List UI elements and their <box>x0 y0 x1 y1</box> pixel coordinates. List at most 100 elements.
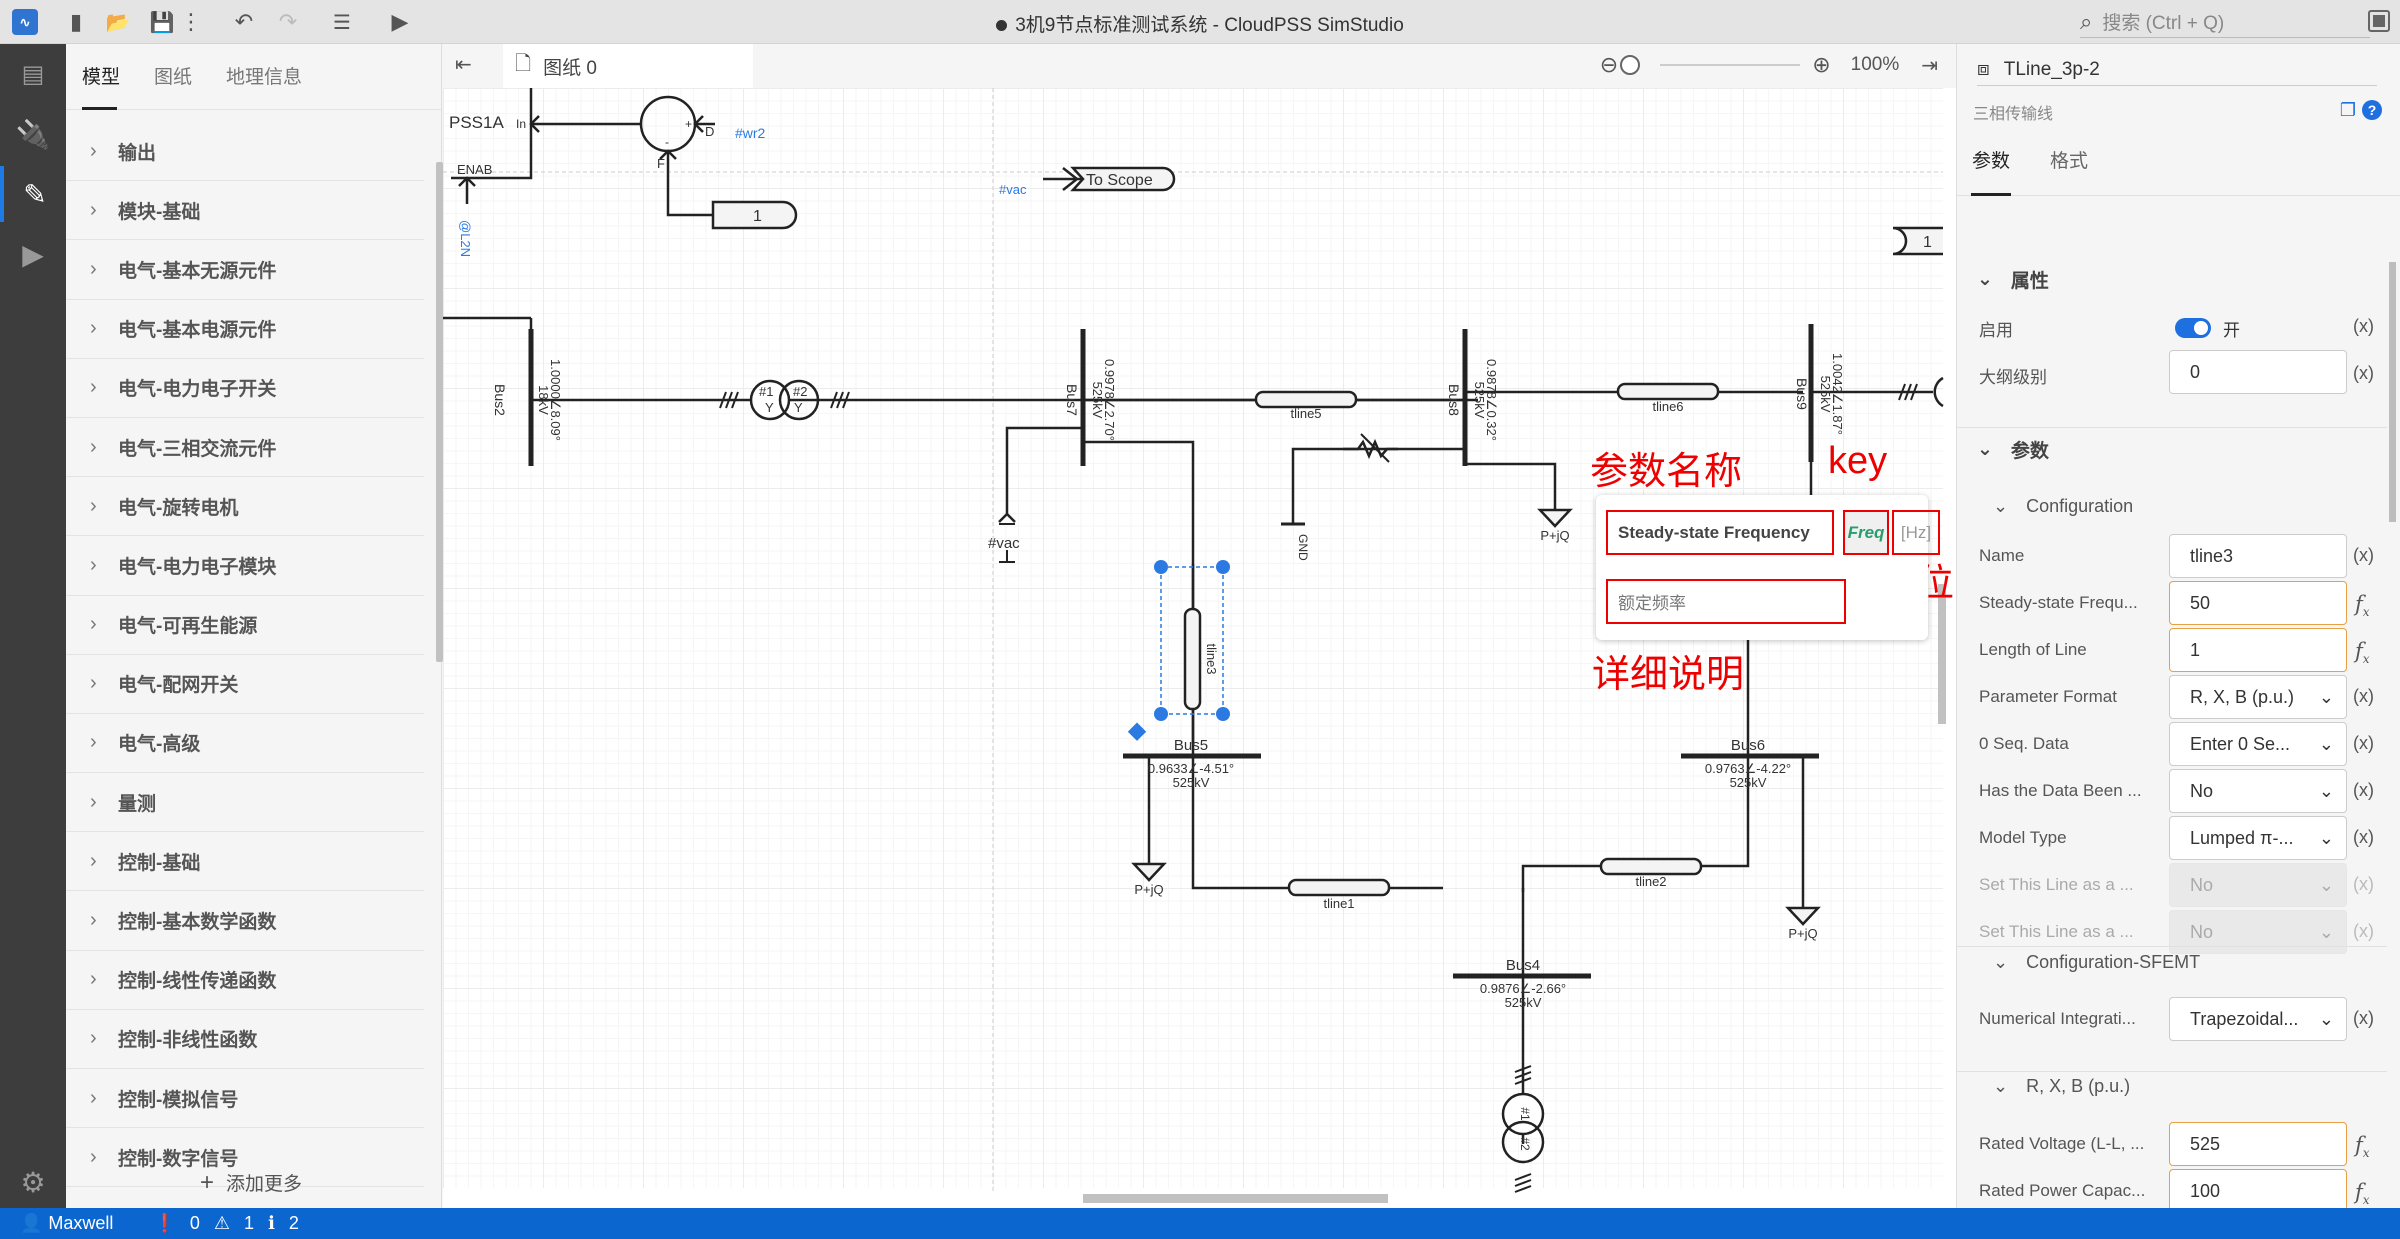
category-item[interactable]: › 量测 <box>66 773 424 833</box>
variable-button[interactable]: (x) <box>2353 1008 2374 1029</box>
category-item[interactable]: › 电气-可再生能源 <box>66 596 424 655</box>
variable-button[interactable]: (x) <box>2353 780 2374 801</box>
left-scrollbar[interactable] <box>436 162 443 662</box>
param-input[interactable]: tline3 <box>2169 534 2347 578</box>
category-item[interactable]: › 电气-旋转电机 <box>66 477 424 537</box>
load8-symbol[interactable] <box>1537 508 1573 528</box>
tab-params[interactable]: 参数 <box>1967 146 2015 196</box>
variable-button[interactable]: (x) <box>2353 733 2374 754</box>
search-input[interactable]: ⌕ 搜索 (Ctrl + Q) <box>2080 6 2370 38</box>
add-more-button[interactable]: + 添加更多 <box>66 1169 436 1197</box>
tab-model[interactable]: 模型 <box>82 62 120 110</box>
param-select[interactable]: R, X, B (p.u.) ⌄ <box>2169 675 2347 719</box>
category-item[interactable]: › 控制-模拟信号 <box>66 1069 424 1129</box>
category-item[interactable]: › 电气-高级 <box>66 714 424 774</box>
param-input[interactable]: 525 <box>2169 1122 2347 1166</box>
fx-button[interactable]: fx <box>2355 1133 2370 1160</box>
section-attributes[interactable]: ⌄ 属性 <box>1977 266 2049 293</box>
param-select[interactable]: Trapezoidal... ⌄ <box>2169 997 2347 1041</box>
three-phase-mark-3 <box>1898 383 1918 401</box>
fullscreen-icon[interactable] <box>2368 10 2390 32</box>
param-input[interactable]: 100 <box>2169 1169 2347 1213</box>
enabled-toggle[interactable] <box>2175 318 2211 338</box>
handle-bl[interactable] <box>1154 707 1168 721</box>
param-value: No <box>2190 780 2214 801</box>
fx-button[interactable]: fx <box>2355 592 2370 619</box>
outline-level-var-button[interactable]: (x) <box>2353 363 2374 384</box>
gnd-wire[interactable] <box>1291 447 1343 524</box>
section-params[interactable]: ⌄ 参数 <box>1977 436 2049 463</box>
tline5-symbol[interactable] <box>1254 390 1358 409</box>
param-select[interactable]: Lumped π-... ⌄ <box>2169 816 2347 860</box>
right-scrollbar[interactable] <box>2389 262 2396 522</box>
category-item[interactable]: › 电气-电力电子模块 <box>66 536 424 596</box>
tab-drawing[interactable]: 图纸 <box>154 62 192 109</box>
category-item[interactable]: › 控制-线性传递函数 <box>66 951 424 1010</box>
param-select[interactable]: No ⌄ <box>2169 769 2347 813</box>
variable-button[interactable]: (x) <box>2353 545 2374 566</box>
handle-br[interactable] <box>1216 707 1230 721</box>
category-item[interactable]: › 模块-基础 <box>66 181 424 241</box>
anchor-diamond[interactable] <box>1127 722 1147 741</box>
copy-icon[interactable]: ❐ <box>2340 100 2356 121</box>
warning-count: 1 <box>244 1213 255 1233</box>
tline2-label: tline2 <box>1635 874 1666 889</box>
vac-wire[interactable] <box>1005 426 1083 514</box>
param-select: No ⌄ <box>2169 910 2347 954</box>
section-params-label: 参数 <box>2010 441 2049 462</box>
f-wire[interactable] <box>666 151 713 217</box>
fx-button[interactable]: fx <box>2355 639 2370 666</box>
outline-level-input[interactable]: 0 <box>2169 350 2347 394</box>
canvas-horizontal-scrollbar[interactable] <box>1083 1194 1388 1203</box>
param-input[interactable]: 1 <box>2169 628 2347 672</box>
component-name-field[interactable]: ⧈ TLine_3p-2 <box>1977 54 2377 86</box>
settings-icon[interactable]: ⚙ <box>0 1154 66 1210</box>
tline3-symbol[interactable] <box>1183 607 1202 711</box>
handle-tl[interactable] <box>1154 560 1168 574</box>
param-input[interactable]: 50 <box>2169 581 2347 625</box>
handle-tr[interactable] <box>1216 560 1230 574</box>
param-select[interactable]: Enter 0 Se... ⌄ <box>2169 722 2347 766</box>
plugin-icon[interactable]: 🔌 <box>0 106 66 162</box>
load6-symbol[interactable] <box>1785 906 1821 926</box>
chevron-right-icon: › <box>90 1145 97 1168</box>
category-item[interactable]: › 电气-电力电子开关 <box>66 359 424 418</box>
param-label: Model Type <box>1979 828 2067 847</box>
overview-icon[interactable]: ▤ <box>0 46 66 102</box>
subsection-sfemt[interactable]: ⌄ Configuration-SFEMT <box>1993 952 2200 973</box>
tline2-symbol[interactable] <box>1599 857 1703 876</box>
tline1-symbol[interactable] <box>1287 878 1391 897</box>
category-item[interactable]: › 电气-三相交流元件 <box>66 418 424 478</box>
user-info[interactable]: 👤 Maxwell <box>20 1213 113 1234</box>
category-item[interactable]: › 电气-配网开关 <box>66 655 424 714</box>
category-item[interactable]: › 电气-基本无源元件 <box>66 240 424 300</box>
category-item[interactable]: › 控制-非线性函数 <box>66 1010 424 1069</box>
tab-format[interactable]: 格式 <box>2045 146 2093 195</box>
tab-geo[interactable]: 地理信息 <box>226 62 302 109</box>
generator-symbol[interactable] <box>1933 376 1944 408</box>
help-icon[interactable]: ? <box>2362 100 2382 120</box>
enabled-var-button[interactable]: (x) <box>2353 316 2374 337</box>
problem-counts[interactable]: ❗ 0 ⚠ 1 ℹ2 <box>153 1213 298 1234</box>
chevron-right-icon: › <box>90 849 97 872</box>
const-value-right: 1 <box>1923 234 1932 251</box>
run-circle-icon[interactable]: ▶ <box>0 226 66 282</box>
category-label: 控制-基本数学函数 <box>118 912 277 934</box>
variable-button[interactable]: (x) <box>2353 686 2374 707</box>
fx-button[interactable]: fx <box>2355 1180 2370 1207</box>
category-item[interactable]: › 输出 <box>66 122 424 182</box>
variable-button[interactable]: (x) <box>2353 827 2374 848</box>
category-item[interactable]: › 控制-基础 <box>66 832 424 892</box>
tline6-symbol[interactable] <box>1616 382 1720 401</box>
model-edit-icon[interactable]: ✎ <box>0 166 66 222</box>
load8-wire[interactable] <box>1465 462 1557 510</box>
divider <box>1957 1071 2387 1072</box>
load5-symbol[interactable] <box>1131 862 1167 882</box>
category-item[interactable]: › 电气-基本电源元件 <box>66 300 424 359</box>
const-block-right[interactable] <box>1892 226 1943 256</box>
subsection-configuration[interactable]: ⌄ Configuration <box>1993 496 2133 517</box>
subsection-rxb[interactable]: ⌄ R, X, B (p.u.) <box>1993 1076 2130 1097</box>
category-item[interactable]: › 控制-基本数学函数 <box>66 891 424 951</box>
chevron-down-icon: ⌄ <box>1977 439 1993 460</box>
bus7-tline3-bus5-wire[interactable] <box>1083 440 1443 890</box>
